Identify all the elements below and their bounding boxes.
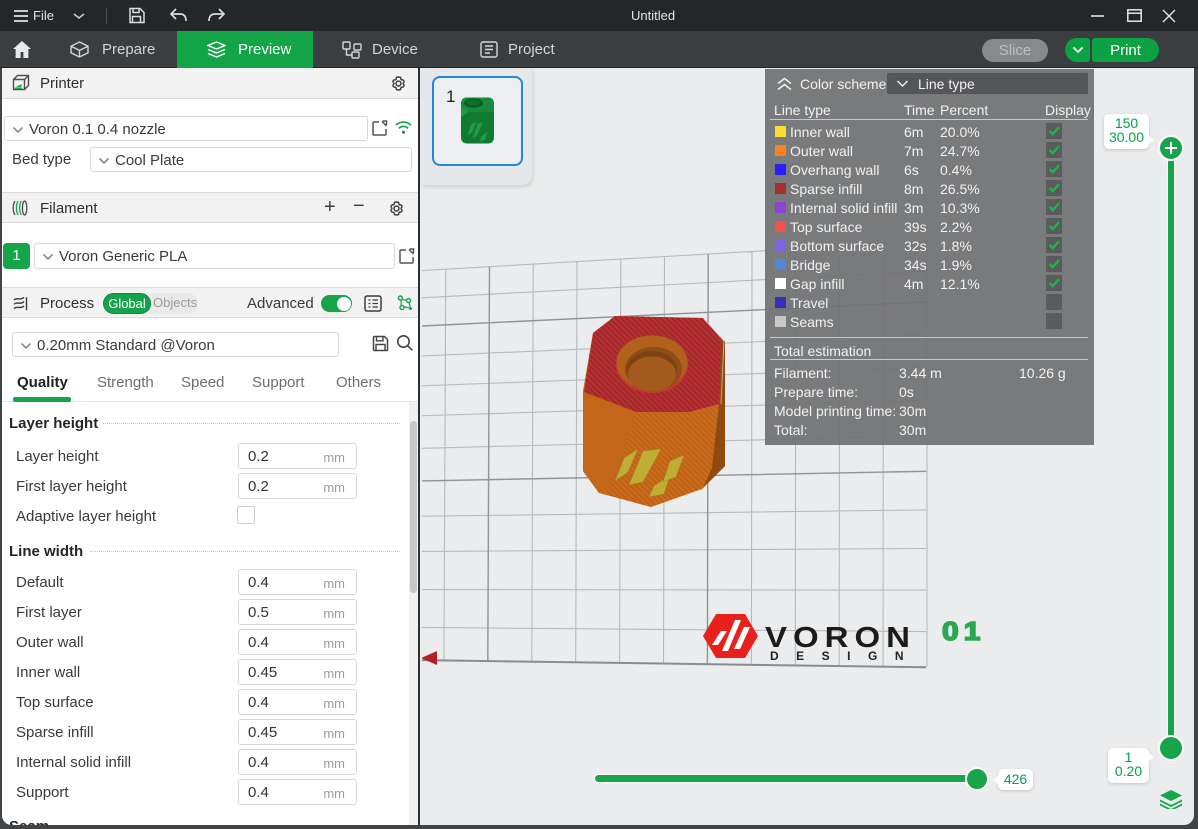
svg-text:01: 01 — [942, 617, 986, 646]
svg-text:DESIGN: DESIGN — [770, 649, 921, 663]
